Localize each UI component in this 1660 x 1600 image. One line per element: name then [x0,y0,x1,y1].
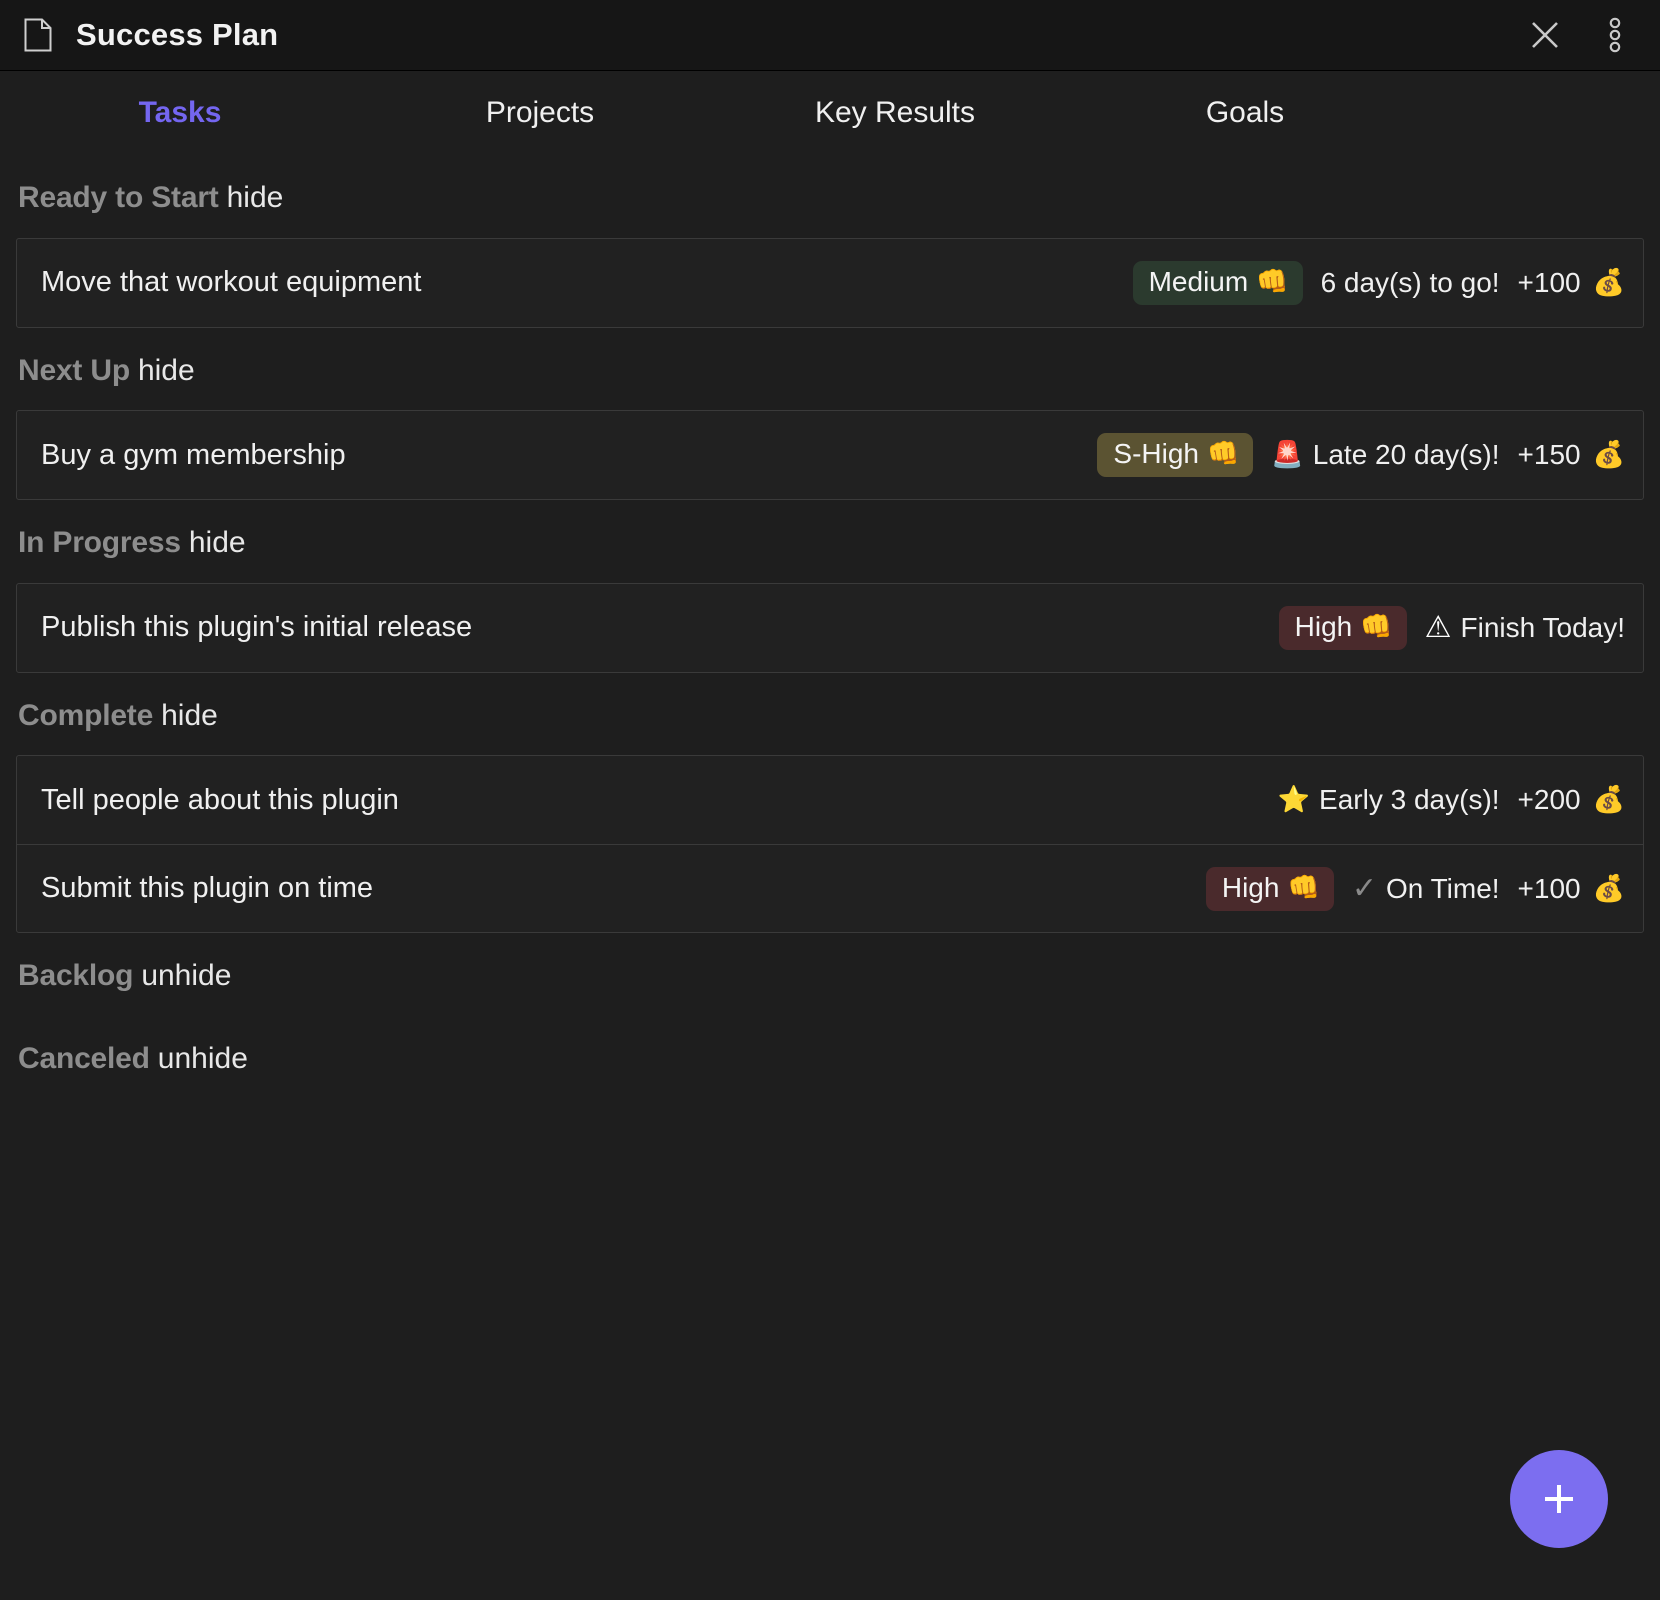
task-title[interactable]: Buy a gym membership [41,439,1085,472]
section-header-in-progress: In Progress hide [16,500,1644,583]
priority-label: S-High [1113,438,1200,469]
section-header-ready-to-start: Ready to Start hide [16,155,1644,238]
task-group: Move that workout equipment Medium 👊 6 day(… [16,237,1644,328]
task-title[interactable]: Publish this plugin's initial release [41,611,1267,644]
due-status-label: Late 20 day(s)! [1312,439,1500,470]
due-status-label: On Time! [1385,872,1500,904]
money-bag-icon: 💰 [1592,267,1625,298]
due-status: 6 day(s) to go! [1321,267,1500,299]
due-status-label: Early 3 day(s)! [1319,784,1500,815]
section-title: Complete [18,698,154,732]
points-reward: +100 💰 [1518,267,1625,299]
task-meta: High 👊 ✓ On Time! +100 💰 [1205,866,1625,911]
fist-icon: 👊 [1256,266,1289,297]
task-group: Publish this plugin's initial release Hig… [16,582,1644,673]
due-status: ✓ On Time! [1352,873,1500,905]
due-status-label: Finish Today! [1460,611,1625,643]
points-value: +200 [1517,784,1581,815]
fist-icon: 👊 [1207,439,1240,469]
section-header-backlog: Backlog unhide [16,933,1644,1016]
task-row[interactable]: Submit this plugin on time High 👊 ✓ On Time!… [17,844,1643,932]
star-icon: ⭐ [1277,785,1311,815]
tab-goals[interactable]: Goals [1070,90,1420,136]
task-row[interactable]: Buy a gym membership S-High 👊 🚨 Late 20 day(… [17,411,1643,499]
task-meta: S-High 👊 🚨 Late 20 day(s)! +150 💰 [1097,433,1625,477]
task-group: Tell people about this plugin ⭐ Early 3 da… [16,755,1644,933]
tab-projects[interactable]: Projects [360,90,720,136]
warning-icon: ⚠ [1424,609,1452,645]
page-title: Success Plan [76,17,279,52]
section-toggle-link[interactable]: unhide [158,1042,248,1075]
due-status: ⚠ Finish Today! [1425,612,1625,644]
task-meta: Medium 👊 6 day(s) to go! +100 💰 [1132,260,1625,305]
section-toggle-link[interactable]: hide [227,181,284,214]
more-options-icon[interactable] [1594,14,1636,56]
checkmark-icon: ✓ [1351,870,1377,906]
tab-bar: Tasks Projects Key Results Goals [0,71,1660,155]
tab-key-results[interactable]: Key Results [720,90,1070,136]
priority-badge[interactable]: High 👊 [1278,605,1407,650]
section-title: In Progress [18,526,181,559]
task-meta: High 👊 ⚠ Finish Today! [1278,605,1625,650]
task-group: Buy a gym membership S-High 👊 🚨 Late 20 day(… [16,410,1644,500]
due-status: 🚨 Late 20 day(s)! [1271,439,1499,471]
task-row[interactable]: Publish this plugin's initial release Hig… [17,584,1643,672]
priority-badge[interactable]: Medium 👊 [1132,260,1303,305]
section-title: Backlog [18,959,134,992]
section-title: Next Up [18,353,130,387]
points-reward: +200 💰 [1518,784,1625,816]
priority-label: High [1221,871,1280,903]
due-status-label: 6 day(s) to go! [1320,266,1500,298]
fist-icon: 👊 [1360,611,1393,642]
task-title[interactable]: Move that workout equipment [41,266,1121,299]
add-task-button[interactable] [1510,1450,1608,1548]
close-icon[interactable] [1524,14,1566,56]
tab-tasks[interactable]: Tasks [0,90,360,136]
titlebar-actions [1524,14,1636,56]
alarm-light-icon: 🚨 [1271,440,1304,470]
priority-badge[interactable]: High 👊 [1205,866,1334,911]
plus-icon [1545,1485,1573,1513]
task-row[interactable]: Tell people about this plugin ⭐ Early 3 da… [17,756,1643,844]
section-title: Canceled [18,1041,150,1075]
task-title[interactable]: Tell people about this plugin [41,784,1266,817]
money-bag-icon: 💰 [1592,440,1625,470]
money-bag-icon: 💰 [1592,873,1625,904]
section-toggle-link[interactable]: unhide [141,959,231,992]
section-title: Ready to Start [18,181,219,214]
priority-label: Medium [1148,265,1249,297]
section-header-canceled: Canceled unhide [16,1016,1644,1099]
fist-icon: 👊 [1287,872,1320,903]
points-reward: +100 💰 [1518,873,1625,905]
section-toggle-link[interactable]: hide [189,526,246,559]
task-sections: Ready to Start hide Move that workout equi… [0,155,1660,1098]
window-titlebar: Success Plan [0,0,1660,71]
task-meta: ⭐ Early 3 day(s)! +200 💰 [1278,784,1625,816]
points-value: +150 [1517,439,1581,470]
priority-badge[interactable]: S-High 👊 [1097,433,1254,477]
money-bag-icon: 💰 [1592,785,1625,815]
priority-label: High [1294,610,1353,642]
points-value: +100 [1517,872,1581,904]
points-value: +100 [1517,266,1581,298]
due-status: ⭐ Early 3 day(s)! [1278,784,1500,816]
section-toggle-link[interactable]: hide [138,354,195,387]
task-title[interactable]: Submit this plugin on time [41,872,1194,905]
points-reward: +150 💰 [1518,439,1625,471]
section-toggle-link[interactable]: hide [161,699,218,732]
document-icon [24,18,52,52]
task-row[interactable]: Move that workout equipment Medium 👊 6 day(… [17,239,1643,327]
section-header-complete: Complete hide [16,673,1644,756]
section-header-next-up: Next Up hide [16,328,1644,411]
